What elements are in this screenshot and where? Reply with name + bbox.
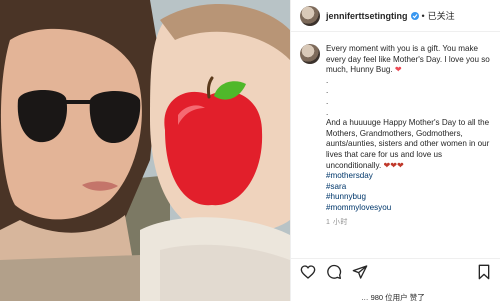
- follow-status-button[interactable]: 已关注: [428, 9, 455, 22]
- caption-area: Every moment with you is a gift. You mak…: [300, 44, 496, 228]
- caption-text: Every moment with you is a gift. You mak…: [326, 44, 494, 228]
- caption-avatar[interactable]: [300, 44, 320, 64]
- post-photo[interactable]: [0, 0, 290, 301]
- post-timestamp: 1 小时: [326, 218, 348, 226]
- caption-dot: .: [326, 107, 329, 117]
- speech-bubble-icon[interactable]: [325, 263, 343, 281]
- header-separator: •: [421, 10, 425, 21]
- username-link[interactable]: jenniferttsetingting: [326, 11, 408, 21]
- caption-dot: .: [326, 96, 329, 106]
- paper-plane-icon[interactable]: [351, 263, 369, 281]
- likes-count[interactable]: … 980 位用户 赞了: [361, 292, 425, 303]
- action-bar: [291, 258, 500, 284]
- verified-badge-icon: [410, 11, 419, 20]
- caption-dot: .: [326, 86, 329, 96]
- hashtag-link[interactable]: #mothersday: [326, 171, 494, 182]
- caption-dots: . . . .: [326, 76, 494, 118]
- hashtag-link[interactable]: #hunnybug: [326, 192, 494, 203]
- heart-outline-icon[interactable]: [299, 263, 317, 281]
- hashtag-link[interactable]: #sara: [326, 182, 494, 193]
- bookmark-icon[interactable]: [475, 263, 493, 281]
- post-info-panel: jenniferttsetingting • 已关注 Every moment …: [290, 0, 500, 303]
- instagram-post: jenniferttsetingting • 已关注 Every moment …: [0, 0, 500, 303]
- hashtag-link[interactable]: #mommylovesyou: [326, 203, 494, 214]
- caption-line-1: Every moment with you is a gift. You mak…: [326, 44, 490, 75]
- red-heart-emoji-icon: ❤: [394, 65, 402, 75]
- photo-illustration: [0, 0, 290, 301]
- avatar[interactable]: [300, 5, 320, 26]
- caption-dot: .: [326, 75, 329, 85]
- post-header: jenniferttsetingting • 已关注: [291, 0, 500, 32]
- caption-line-2: And a huuuuge Happy Mother's Day to all …: [326, 118, 490, 170]
- heart-emojis-icon: ❤❤❤: [383, 160, 404, 170]
- caption-row: Every moment with you is a gift. You mak…: [300, 44, 496, 228]
